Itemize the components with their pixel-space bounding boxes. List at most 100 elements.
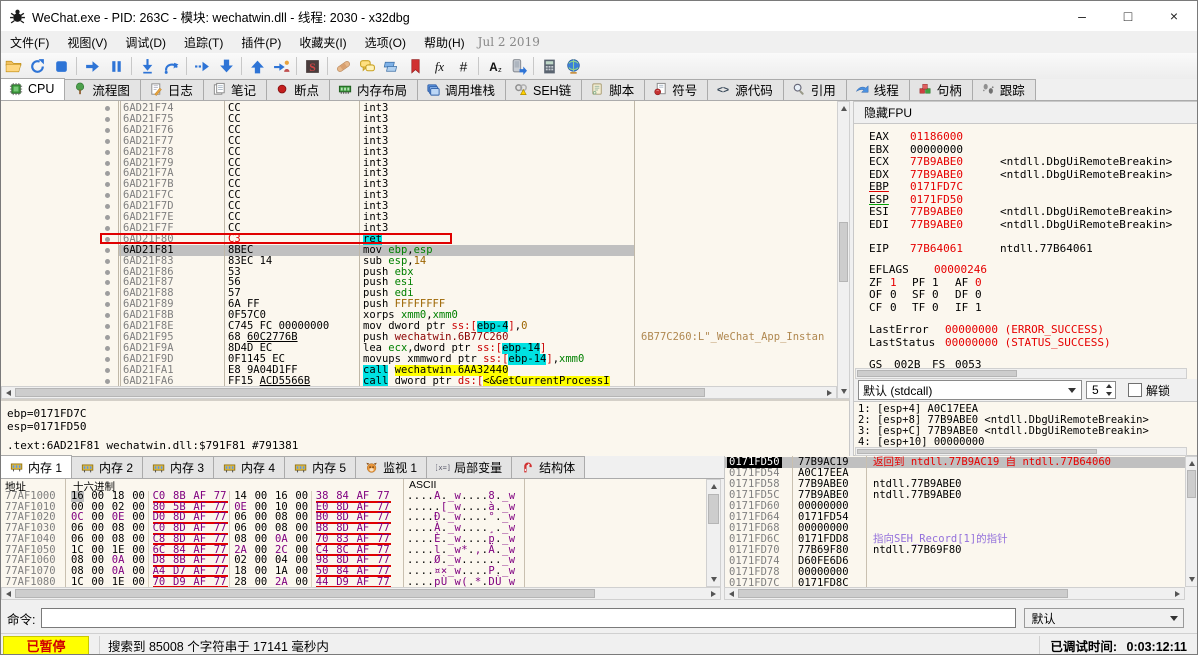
functions-button[interactable]: fx (427, 54, 451, 78)
breakpoint-dot[interactable] (105, 313, 110, 318)
arguments-list[interactable]: 1: [esp+4] A0C17EEA2: [esp+8] 77B9ABE0 <… (854, 401, 1198, 448)
run-to-cursor-button[interactable] (190, 54, 214, 78)
tab-source[interactable]: <>源代码 (707, 79, 784, 100)
step-into-button[interactable] (135, 54, 159, 78)
register-line[interactable]: EAX01186000 (854, 131, 1198, 143)
open-file-button[interactable] (1, 54, 25, 78)
calculator-button[interactable] (537, 54, 561, 78)
stack-row[interactable]: 0171FD640171FD54 (725, 512, 1185, 523)
disasm-row[interactable]: 6AD21F78CCint3 (1, 147, 837, 158)
breakpoint-dot[interactable] (105, 324, 110, 329)
internet-button[interactable] (561, 54, 585, 78)
disasm-hscrollbar[interactable] (1, 386, 837, 399)
registers-list[interactable]: EAX01186000EBX00000000ECX77B9ABE0<ntdll.… (854, 123, 1198, 368)
breakpoint-dot[interactable] (105, 368, 110, 373)
labels-button[interactable] (379, 54, 403, 78)
breakpoint-dot[interactable] (105, 128, 110, 133)
registers-hscrollbar[interactable] (855, 368, 1187, 379)
stack-vscrollbar[interactable] (1185, 456, 1198, 587)
hash-button[interactable]: # (451, 54, 475, 78)
register-line[interactable]: ESP0171FD50 (854, 194, 1198, 206)
breakpoint-dot[interactable] (105, 204, 110, 209)
breakpoint-dot[interactable] (105, 139, 110, 144)
dump-row[interactable]: 77AF10801C001E0070D9AF7728002A0044D9AF77… (1, 577, 706, 587)
dump-tab-watch[interactable]: 监视 1 (355, 456, 427, 478)
close-button[interactable]: × (1151, 1, 1197, 31)
breakpoint-dot[interactable] (105, 291, 110, 296)
register-line[interactable]: OF0SF0DF0 (854, 289, 1198, 301)
dump-row[interactable]: 77AF107008000A00A4D7AF7718001A005084AF77… (1, 566, 706, 577)
dump-tab-memory[interactable]: 内存 5 (284, 456, 356, 478)
tab-references[interactable]: 引用 (783, 79, 847, 100)
register-line[interactable]: EBX00000000 (854, 144, 1198, 156)
breakpoint-dot[interactable] (105, 161, 110, 166)
breakpoint-dot[interactable] (105, 150, 110, 155)
tab-trace[interactable]: 跟踪 (972, 79, 1036, 100)
bookmarks-button[interactable] (403, 54, 427, 78)
tab-log[interactable]: 日志 (140, 79, 204, 100)
register-line[interactable]: LastStatus00000000 (STATUS_SUCCESS) (854, 337, 1198, 349)
dump-row[interactable]: 77AF101000000200805BAF770E001000E08DAF77… (1, 502, 706, 513)
menu-item[interactable]: 追踪(T) (175, 32, 232, 53)
spinner-arrows-icon[interactable] (1103, 383, 1114, 397)
restart-button[interactable] (25, 54, 49, 78)
stack-row[interactable]: 0171FD5077B9AC19返回到 ntdll.77B9AC19 自 ntd… (725, 457, 1185, 468)
stack-row[interactable]: 0171FD7800000000 (725, 567, 1185, 578)
stack-row[interactable]: 0171FD5C77B9ABE0ntdll.77B9ABE0 (725, 490, 1185, 501)
run-button[interactable] (80, 54, 104, 78)
breakpoint-dot[interactable] (105, 270, 110, 275)
run-to-user-code-button[interactable] (269, 54, 293, 78)
dump-tab-struct[interactable]: 结构体 (511, 456, 585, 478)
register-line[interactable]: EFLAGS00000246 (854, 264, 1198, 276)
breakpoint-dot[interactable] (105, 106, 110, 111)
breakpoint-dot[interactable] (105, 248, 110, 253)
unlock-checkbox[interactable] (1128, 383, 1142, 397)
pause-button[interactable] (104, 54, 128, 78)
register-line[interactable]: CF0TF0IF1 (854, 302, 1198, 314)
breakpoint-dot[interactable] (105, 215, 110, 220)
register-line[interactable]: ECX77B9ABE0<ntdll.DbgUiRemoteBreakin> (854, 156, 1198, 168)
menu-item[interactable]: 收藏夹(I) (290, 32, 355, 53)
tab-memory-map[interactable]: 内存布局 (329, 79, 418, 100)
tab-symbols[interactable]: 符号 (644, 79, 708, 100)
stop-button[interactable] (49, 54, 73, 78)
breakpoint-dot[interactable] (105, 171, 110, 176)
dump-tab-memory[interactable]: 内存 2 (71, 456, 143, 478)
step-out-button[interactable] (214, 54, 238, 78)
disasm-row[interactable]: 6AD21F77CCint3 (1, 136, 837, 147)
breakpoint-dot[interactable] (105, 259, 110, 264)
hide-fpu-button[interactable]: 隐藏FPU (864, 104, 912, 121)
font-size-button[interactable]: Az (482, 54, 506, 78)
arguments-hscrollbar[interactable] (855, 447, 1187, 456)
execute-till-return-button[interactable] (245, 54, 269, 78)
dump-tab-memory[interactable]: 内存 4 (213, 456, 285, 478)
menu-item[interactable]: 文件(F) (1, 32, 58, 53)
tab-breakpoint[interactable]: 断点 (266, 79, 330, 100)
stack-hscrollbar[interactable] (724, 587, 1185, 600)
disasm-row[interactable]: 6AD21F9D0F1145 ECmovups xmmword ptr ss:[… (1, 354, 837, 365)
breakpoint-dot[interactable] (105, 193, 110, 198)
breakpoint-dot[interactable] (105, 226, 110, 231)
tab-script[interactable]: 脚本 (581, 79, 645, 100)
tab-call-stack[interactable]: 调用堆栈 (417, 79, 506, 100)
maximize-button[interactable]: □ (1105, 1, 1151, 31)
comments-button[interactable] (355, 54, 379, 78)
dump-vscrollbar[interactable] (706, 479, 721, 587)
disasm-row[interactable]: 6AD21F8383EC 14sub esp,14 (1, 256, 837, 267)
register-line[interactable]: ESI77B9ABE0<ntdll.DbgUiRemoteBreakin> (854, 206, 1198, 218)
dump-hscrollbar[interactable] (1, 587, 721, 600)
menu-item[interactable]: 调试(D) (116, 32, 175, 53)
disasm-row[interactable]: 6AD21F818BECmov ebp,esp (1, 245, 837, 256)
dump-row[interactable]: 77AF103006000800C08DAF7706000800B88DAF77… (1, 523, 706, 534)
breakpoint-dot[interactable] (105, 302, 110, 307)
step-over-button[interactable] (159, 54, 183, 78)
tab-handles[interactable]: 句柄 (909, 79, 973, 100)
register-line[interactable]: EIP77B64061ntdll.77B64061 (854, 243, 1198, 255)
register-line[interactable]: GS002BFS0053 (854, 359, 1198, 368)
breakpoint-dot[interactable] (105, 280, 110, 285)
tab-graph[interactable]: 流程图 (64, 79, 141, 100)
breakpoint-dot[interactable] (105, 117, 110, 122)
register-line[interactable]: LastError00000000 (ERROR_SUCCESS) (854, 324, 1198, 336)
patches-button[interactable] (331, 54, 355, 78)
register-line[interactable]: ZF1PF1AF0 (854, 277, 1198, 289)
